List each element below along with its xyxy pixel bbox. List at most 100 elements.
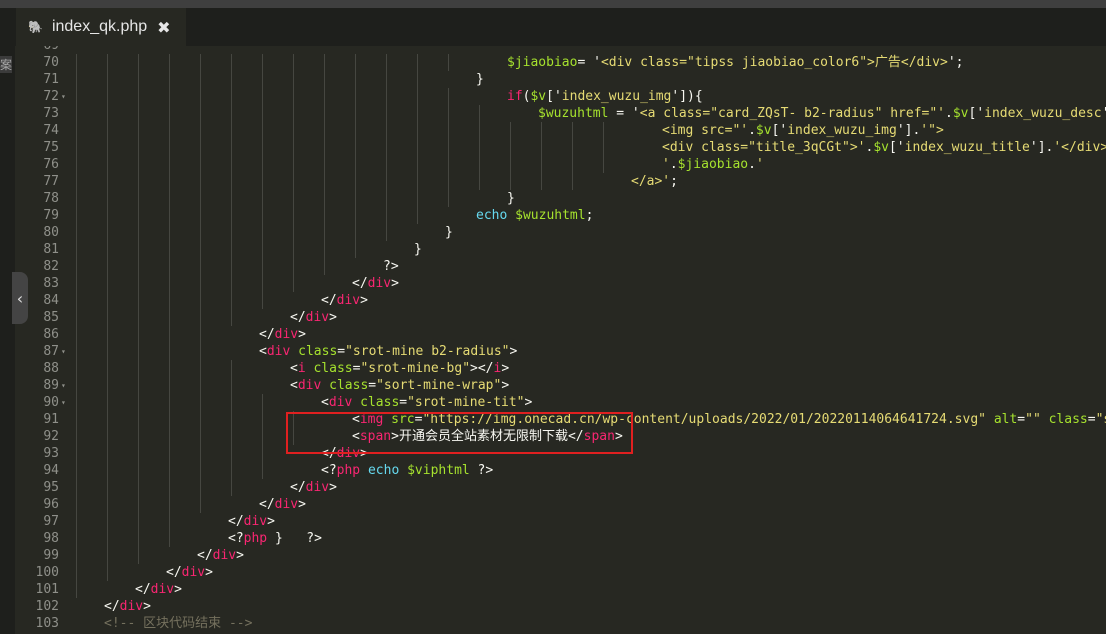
code-line[interactable]: 76 '.$jiaobiao.' xyxy=(15,156,1106,173)
code-line[interactable]: 89 ▾ <div class="sort-mine-wrap"> xyxy=(15,377,1106,394)
code-token: "srot-mine-tit" xyxy=(407,395,525,410)
fold-toggle-icon[interactable]: ▾ xyxy=(61,88,71,105)
code-text: </div> xyxy=(228,513,275,530)
code-text: } xyxy=(476,71,484,88)
indent-guide xyxy=(386,190,387,207)
line-number: 79 xyxy=(43,208,59,223)
code-line[interactable]: 75 <div class="title_3qCGt">'.$v['index_w… xyxy=(15,139,1106,156)
code-line[interactable]: 100 </div> xyxy=(15,564,1106,581)
line-number: 90 xyxy=(43,395,59,410)
line-number: 72 xyxy=(43,89,59,104)
indent-guide xyxy=(231,292,232,309)
code-line[interactable]: 78} xyxy=(15,190,1106,207)
indent-guide xyxy=(355,173,356,190)
code-line[interactable]: 79 echo $wuzuhtml; xyxy=(15,207,1106,224)
indent-guide xyxy=(138,360,139,377)
window-top-bar xyxy=(0,0,1106,8)
code-token: if xyxy=(507,89,523,104)
sidebar-collapse-button[interactable]: ‹ xyxy=(12,272,28,324)
code-line[interactable]: 103 <!-- 区块代码结束 --> xyxy=(15,615,1106,632)
indent-guide xyxy=(138,156,139,173)
code-line[interactable]: 92 <span>开通会员全站素材无限制下载</span> xyxy=(15,428,1106,445)
code-line[interactable]: 101 </div> xyxy=(15,581,1106,598)
code-line[interactable]: 93 </div> xyxy=(15,445,1106,462)
indent-guide xyxy=(293,173,294,190)
code-line[interactable]: 97 </div> xyxy=(15,513,1106,530)
indent-guide xyxy=(510,139,511,156)
indent-guide xyxy=(355,207,356,224)
fold-toggle-icon[interactable]: ▾ xyxy=(61,343,71,360)
indent-guide xyxy=(169,241,170,258)
code-line[interactable]: 94 <?php echo $viphtml ?> xyxy=(15,462,1106,479)
code-token: } xyxy=(414,242,422,257)
code-line[interactable]: 88 <i class="srot-mine-bg"></i> xyxy=(15,360,1106,377)
indent-guide xyxy=(107,122,108,139)
fold-toggle-icon[interactable]: ▾ xyxy=(61,377,71,394)
code-line[interactable]: 73 $wuzuhtml = '<a class="card_ZQsT- b2-r… xyxy=(15,105,1106,122)
indent-guide xyxy=(138,547,139,564)
code-editor[interactable]: 6970$jiaobiao= '<div class="tipss jiaobi… xyxy=(15,46,1106,634)
indent-guide xyxy=(262,122,263,139)
indent-guide xyxy=(293,139,294,156)
code-token: "srot-mi xyxy=(1095,412,1106,427)
code-token: div xyxy=(328,395,353,410)
indent-guide xyxy=(293,88,294,105)
indent-guide xyxy=(138,275,139,292)
code-line[interactable]: 99 </div> xyxy=(15,547,1106,564)
code-line[interactable]: 72 ▾ if($v['index_wuzu_img']){ xyxy=(15,88,1106,105)
indent-guide xyxy=(231,394,232,411)
code-line[interactable]: 98 <?php } ?> xyxy=(15,530,1106,547)
code-line[interactable]: 69 xyxy=(15,46,1106,54)
code-line[interactable]: 82 ?> xyxy=(15,258,1106,275)
code-text: </div> xyxy=(321,445,368,462)
indent-guide xyxy=(572,156,573,173)
code-token: $viphtml xyxy=(407,463,470,478)
code-line[interactable]: 102 </div> xyxy=(15,598,1106,615)
code-token: = ' xyxy=(577,55,601,70)
code-line[interactable]: 80} xyxy=(15,224,1106,241)
indent-guide xyxy=(76,122,77,139)
indent-guide xyxy=(386,207,387,224)
indent-guide xyxy=(293,54,294,71)
fold-toggle-icon[interactable]: ▾ xyxy=(61,394,71,411)
code-token: = xyxy=(368,378,377,393)
indent-guide xyxy=(355,156,356,173)
code-line[interactable]: 81} xyxy=(15,241,1106,258)
indent-guide xyxy=(231,479,232,496)
indent-guide xyxy=(107,207,108,224)
code-line[interactable]: 85 </div> xyxy=(15,309,1106,326)
indent-guide xyxy=(200,88,201,105)
code-token: div xyxy=(297,378,322,393)
indent-guide xyxy=(200,173,201,190)
tab-index-qk-php[interactable]: 🐘 index_qk.php ✖ xyxy=(16,8,186,46)
indent-guide xyxy=(200,309,201,326)
code-line[interactable]: 77 </a>'; xyxy=(15,173,1106,190)
code-line[interactable]: 83 </div> xyxy=(15,275,1106,292)
code-line[interactable]: 70 $jiaobiao= '<div class="tipss jiaobiao… xyxy=(15,54,1106,71)
code-line[interactable]: 71} xyxy=(15,71,1106,88)
code-line[interactable]: 86 </div> xyxy=(15,326,1106,343)
indent-guide xyxy=(541,156,542,173)
code-token: </ xyxy=(259,327,275,342)
code-line[interactable]: 74 <img src="'.$v['index_wuzu_img'].'"> xyxy=(15,122,1106,139)
indent-guide xyxy=(448,139,449,156)
indent-guide xyxy=(324,139,325,156)
indent-guide xyxy=(107,292,108,309)
indent-guide xyxy=(262,445,263,462)
code-line[interactable]: 87 ▾ <div class="srot-mine b2-radius"> xyxy=(15,343,1106,360)
close-icon[interactable]: ✖ xyxy=(157,18,170,37)
code-line[interactable]: 96 </div> xyxy=(15,496,1106,513)
indent-guide xyxy=(138,292,139,309)
indent-guide xyxy=(200,445,201,462)
code-token: div xyxy=(274,327,299,342)
code-line[interactable]: 91 <img src = "https://img.onecad.cn/wp-con… xyxy=(15,411,1106,428)
indent-guide xyxy=(262,411,263,428)
code-line[interactable]: 84 </div> xyxy=(15,292,1106,309)
code-line[interactable]: 95 </div> xyxy=(15,479,1106,496)
code-token: > xyxy=(329,480,337,495)
code-line[interactable]: 90 ▾ <div class="srot-mine-tit"> xyxy=(15,394,1106,411)
code-token: . xyxy=(748,157,756,172)
code-token: . xyxy=(945,106,953,121)
